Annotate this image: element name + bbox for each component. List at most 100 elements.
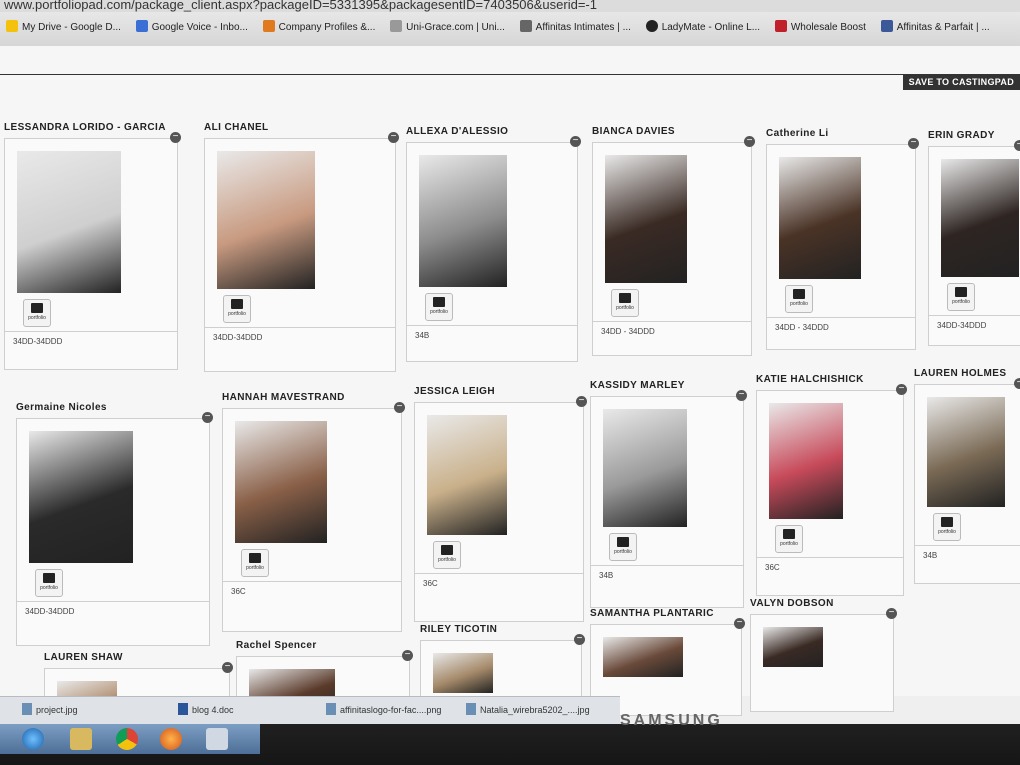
bookmark-item[interactable]: Company Profiles &... [262,12,382,33]
portfolio-button[interactable]: portfolio [947,283,975,311]
model-photo[interactable] [217,151,315,289]
model-card[interactable]: LESSANDRA LORIDO - GARCIA portfolio 34DD-3… [4,122,181,370]
folder-icon[interactable] [70,728,92,750]
model-name[interactable]: SAMANTHA PLANTARIC [590,608,714,619]
model-name[interactable]: JESSICA LEIGH [414,386,495,397]
model-photo[interactable] [763,627,823,667]
portfolio-button[interactable]: portfolio [933,513,961,541]
card-divider [767,317,915,318]
remove-model-icon[interactable]: − [886,608,897,619]
model-name[interactable]: Rachel Spencer [236,640,317,651]
chrome-icon[interactable] [116,728,138,750]
bookmark-item[interactable]: LadyMate - Online L... [645,12,766,33]
model-photo[interactable] [603,637,683,677]
remove-model-icon[interactable]: − [222,662,233,673]
model-name[interactable]: RILEY TICOTIN [420,624,497,635]
model-name[interactable]: Catherine Li [766,128,829,139]
model-photo[interactable] [427,415,507,535]
model-card[interactable]: HANNAH MAVESTRAND portfolio 36C − [222,392,405,632]
remove-model-icon[interactable]: − [574,634,585,645]
model-photo[interactable] [603,409,687,527]
remove-model-icon[interactable]: − [394,402,405,413]
model-photo[interactable] [235,421,327,543]
remove-model-icon[interactable]: − [202,412,213,423]
model-card[interactable]: Catherine Li portfolio 34DD - 34DDD − [766,128,919,350]
model-name[interactable]: LESSANDRA LORIDO - GARCIA [4,122,166,133]
remove-model-icon[interactable]: − [570,136,581,147]
portfolio-button[interactable]: portfolio [425,293,453,321]
model-name[interactable]: HANNAH MAVESTRAND [222,392,345,403]
download-item[interactable]: blog 4.doc [178,703,234,715]
document-icon[interactable] [206,728,228,750]
remove-model-icon[interactable]: − [896,384,907,395]
portfolio-button[interactable]: portfolio [223,295,251,323]
model-photo[interactable] [17,151,121,293]
model-name[interactable]: VALYN DOBSON [750,598,834,609]
model-name[interactable]: KASSIDY MARLEY [590,380,685,391]
card-divider [205,327,395,328]
remove-model-icon[interactable]: − [1014,140,1020,151]
portfolio-icon [441,545,453,555]
remove-model-icon[interactable]: − [1014,378,1020,389]
model-card[interactable]: ALI CHANEL portfolio 34DD-34DDD − [204,122,399,372]
download-item[interactable]: project.jpg [22,703,78,715]
remove-model-icon[interactable]: − [908,138,919,149]
model-photo[interactable] [779,157,861,279]
portfolio-button[interactable]: portfolio [241,549,269,577]
model-photo[interactable] [605,155,687,283]
download-item[interactable]: affinitaslogo-for-fac....png [326,703,441,715]
model-photo[interactable] [29,431,133,563]
remove-model-icon[interactable]: − [170,132,181,143]
start-button-icon[interactable] [22,728,44,750]
model-photo[interactable] [419,155,507,287]
bookmark-item[interactable]: Wholesale Boost [774,12,872,33]
model-card[interactable]: VALYN DOBSON − [750,598,897,712]
model-card[interactable]: ERIN GRADY portfolio 34DD-34DDD − [928,130,1020,346]
portfolio-button[interactable]: portfolio [433,541,461,569]
portfolio-button[interactable]: portfolio [23,299,51,327]
model-size: 36C [765,563,780,572]
download-item[interactable]: Natalia_wirebra5202_....jpg [466,703,590,715]
model-card[interactable]: KATIE HALCHISHICK portfolio 36C − [756,374,907,596]
bookmark-item[interactable]: Affinitas Intimates | ... [519,12,637,33]
model-photo[interactable] [433,653,493,693]
model-card[interactable]: BIANCA DAVIES portfolio 34DD - 34DDD − [592,126,755,356]
portfolio-button[interactable]: portfolio [611,289,639,317]
firefox-icon[interactable] [160,728,182,750]
bookmark-item[interactable]: Affinitas & Parfait | ... [880,12,996,33]
bookmark-item[interactable]: Uni-Grace.com | Uni... [390,12,511,33]
model-card[interactable]: KASSIDY MARLEY portfolio 34B − [590,380,747,608]
portfolio-button[interactable]: portfolio [785,285,813,313]
portfolio-button[interactable]: portfolio [775,525,803,553]
model-name[interactable]: LAUREN HOLMES [914,368,1006,379]
remove-model-icon[interactable]: − [744,136,755,147]
remove-model-icon[interactable]: − [388,132,399,143]
card-divider [5,331,177,332]
model-card[interactable]: ALLEXA D'ALESSIO portfolio 34B − [406,126,581,362]
remove-model-icon[interactable]: − [736,390,747,401]
model-card[interactable]: Germaine Nicoles portfolio 34DD-34DDD − [16,402,213,646]
card-divider [591,565,743,566]
model-name[interactable]: ERIN GRADY [928,130,995,141]
model-name[interactable]: ALI CHANEL [204,122,269,133]
save-to-castingpad-button[interactable]: SAVE TO CASTINGPAD [902,74,1020,90]
portfolio-label: portfolio [790,301,808,307]
bookmark-item[interactable]: My Drive - Google D... [6,12,127,33]
model-card[interactable]: LAUREN HOLMES portfolio 34B − [914,368,1020,584]
remove-model-icon[interactable]: − [576,396,587,407]
model-photo[interactable] [769,403,843,519]
model-name[interactable]: BIANCA DAVIES [592,126,675,137]
portfolio-button[interactable]: portfolio [35,569,63,597]
card-divider [915,545,1020,546]
model-name[interactable]: Germaine Nicoles [16,402,107,413]
model-card[interactable]: JESSICA LEIGH portfolio 36C − [414,386,587,622]
model-photo[interactable] [927,397,1005,507]
model-name[interactable]: LAUREN SHAW [44,652,123,663]
portfolio-button[interactable]: portfolio [609,533,637,561]
model-name[interactable]: KATIE HALCHISHICK [756,374,864,385]
model-photo[interactable] [941,159,1019,277]
bookmark-item[interactable]: Google Voice - Inbo... [135,12,254,33]
remove-model-icon[interactable]: − [402,650,413,661]
model-name[interactable]: ALLEXA D'ALESSIO [406,126,508,137]
remove-model-icon[interactable]: − [734,618,745,629]
